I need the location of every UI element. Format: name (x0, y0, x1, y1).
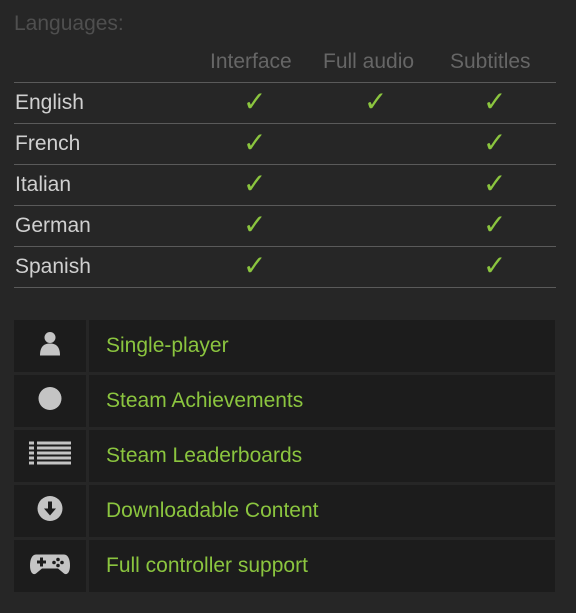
language-name: German (15, 214, 91, 237)
feature-icon-box (14, 430, 86, 482)
check-icon: ✓ (483, 126, 507, 159)
feature-label-box[interactable]: Single-player (89, 320, 555, 372)
check-icon: ✓ (364, 85, 388, 118)
language-row-french: French ✓ ✓ (14, 124, 556, 165)
language-name: French (15, 132, 81, 155)
feature-item[interactable]: Steam Achievements (14, 375, 555, 427)
feature-icon-box (14, 540, 86, 592)
feature-link[interactable]: Single-player (106, 334, 229, 358)
languages-table-body: English ✓ ✓ ✓ French ✓ ✓ Italian ✓ ✓ German ✓ ✓ Spani… (14, 83, 556, 288)
feature-icon-box (14, 485, 86, 537)
check-icon: ✓ (483, 208, 507, 241)
feature-icon-box (14, 375, 86, 427)
achievements-icon (37, 386, 63, 417)
language-row-italian: Italian ✓ ✓ (14, 165, 556, 206)
language-name: English (15, 91, 84, 114)
check-icon: ✓ (243, 167, 267, 200)
feature-item[interactable]: Downloadable Content (14, 485, 555, 537)
controller-icon (30, 552, 70, 581)
check-icon: ✓ (243, 126, 267, 159)
languages-title: Languages: (14, 12, 124, 35)
column-header-subtitles: Subtitles (450, 50, 531, 73)
feature-link[interactable]: Steam Leaderboards (106, 444, 302, 468)
feature-link[interactable]: Steam Achievements (106, 389, 303, 413)
feature-label-box[interactable]: Steam Leaderboards (89, 430, 555, 482)
language-name: Italian (15, 173, 72, 196)
column-header-interface: Interface (210, 50, 292, 73)
feature-list: Single-player Steam Achievements Steam Lea… (14, 320, 555, 595)
feature-label-box[interactable]: Steam Achievements (89, 375, 555, 427)
feature-link[interactable]: Downloadable Content (106, 499, 318, 523)
column-header-full-audio: Full audio (323, 50, 415, 73)
feature-label-box[interactable]: Downloadable Content (89, 485, 555, 537)
feature-icon-box (14, 320, 86, 372)
dlc-icon (36, 495, 64, 528)
single-player-icon (38, 331, 62, 362)
feature-label-box[interactable]: Full controller support (89, 540, 555, 592)
language-row-spanish: Spanish ✓ ✓ (14, 247, 556, 288)
check-icon: ✓ (243, 85, 267, 118)
check-icon: ✓ (483, 85, 507, 118)
leaderboards-icon (29, 441, 71, 471)
feature-item[interactable]: Steam Leaderboards (14, 430, 555, 482)
feature-link[interactable]: Full controller support (106, 554, 308, 578)
languages-table: Interface Full audio Subtitles English ✓ ✓… (14, 44, 556, 288)
language-name: Spanish (15, 255, 91, 278)
feature-item[interactable]: Single-player (14, 320, 555, 372)
languages-table-header: Interface Full audio Subtitles (14, 44, 556, 83)
language-row-english: English ✓ ✓ ✓ (14, 83, 556, 124)
check-icon: ✓ (483, 249, 507, 282)
language-row-german: German ✓ ✓ (14, 206, 556, 247)
check-icon: ✓ (483, 167, 507, 200)
check-icon: ✓ (243, 208, 267, 241)
check-icon: ✓ (243, 249, 267, 282)
feature-item[interactable]: Full controller support (14, 540, 555, 592)
